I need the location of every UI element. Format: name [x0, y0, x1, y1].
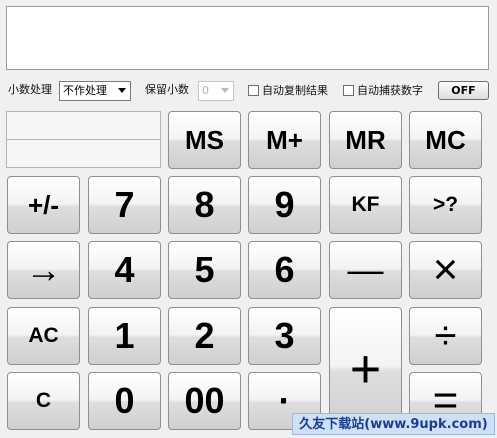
watermark-banner: 久友下载站(www.9upk.com) [292, 413, 495, 435]
auto-copy-checkbox[interactable]: 自动复制结果 [248, 83, 328, 99]
digit-1-button[interactable]: 1 [88, 307, 161, 365]
auto-copy-label: 自动复制结果 [262, 84, 328, 97]
memory-recall-button[interactable]: MR [329, 111, 402, 169]
multiply-button[interactable]: × [409, 241, 482, 299]
digit-7-button[interactable]: 7 [88, 176, 161, 234]
keep-decimals-select[interactable]: 0 [198, 81, 234, 101]
double-zero-button[interactable]: 00 [168, 372, 241, 430]
digit-0-button[interactable]: 0 [88, 372, 161, 430]
memory-add-button[interactable]: M+ [248, 111, 321, 169]
compare-button[interactable]: >? [409, 176, 482, 234]
backspace-arrow-button[interactable]: → [7, 241, 80, 299]
chevron-down-icon [118, 88, 126, 93]
auto-capture-checkbox[interactable]: 自动捕获数字 [343, 83, 423, 99]
memory-display-top [6, 111, 161, 140]
all-clear-button[interactable]: AC [7, 307, 80, 365]
memory-display-bottom [6, 139, 161, 168]
minus-button[interactable]: — [329, 241, 402, 299]
sign-toggle-button[interactable]: +/- [7, 176, 80, 234]
checkbox-box[interactable] [343, 85, 354, 96]
keep-decimals-label: 保留小数 [145, 83, 189, 96]
checkbox-box[interactable] [248, 85, 259, 96]
memory-store-button[interactable]: MS [168, 111, 241, 169]
result-display [6, 6, 489, 70]
digit-4-button[interactable]: 4 [88, 241, 161, 299]
digit-6-button[interactable]: 6 [248, 241, 321, 299]
digit-5-button[interactable]: 5 [168, 241, 241, 299]
clear-button[interactable]: C [7, 372, 80, 430]
digit-9-button[interactable]: 9 [248, 176, 321, 234]
kf-button[interactable]: KF [329, 176, 402, 234]
decimal-handling-value: 不作处理 [63, 84, 107, 97]
decimal-handling-select[interactable]: 不作处理 [59, 81, 131, 101]
digit-2-button[interactable]: 2 [168, 307, 241, 365]
divide-button[interactable]: ÷ [409, 307, 482, 365]
digit-3-button[interactable]: 3 [248, 307, 321, 365]
plus-button[interactable]: + [329, 307, 402, 430]
auto-capture-label: 自动捕获数字 [357, 84, 423, 97]
memory-clear-button[interactable]: MC [409, 111, 482, 169]
decimal-handling-label: 小数处理 [8, 83, 52, 96]
off-button[interactable]: OFF [438, 81, 489, 100]
digit-8-button[interactable]: 8 [168, 176, 241, 234]
chevron-down-icon [221, 88, 229, 93]
keep-decimals-value: 0 [202, 84, 209, 97]
